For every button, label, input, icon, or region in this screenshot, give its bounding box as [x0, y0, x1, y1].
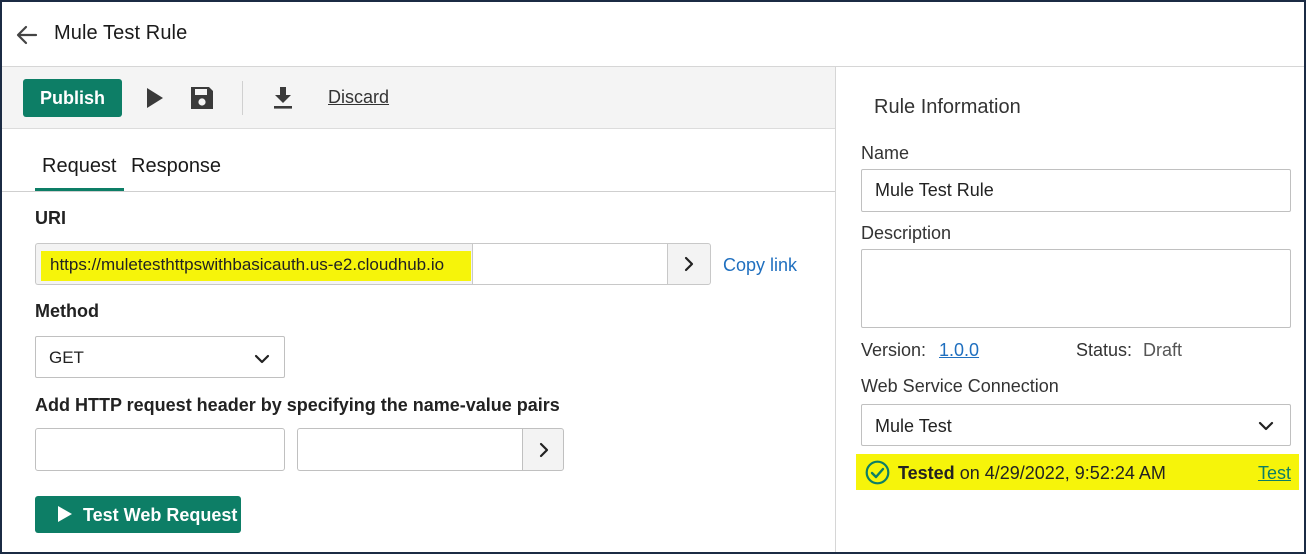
check-circle-icon: [865, 460, 890, 485]
header-name-input[interactable]: [35, 428, 285, 471]
toolbar: Publish Discard: [2, 67, 835, 129]
test-web-request-button[interactable]: Test Web Request: [35, 496, 241, 533]
method-value: GET: [49, 348, 84, 367]
header-add-button[interactable]: [522, 428, 564, 471]
headers-label: Add HTTP request header by specifying th…: [35, 395, 560, 415]
tested-text: Tested on 4/29/2022, 9:52:24 AM: [898, 463, 1166, 484]
publish-button[interactable]: Publish: [23, 79, 122, 117]
section-title: Rule Information: [874, 96, 1021, 118]
description-textarea[interactable]: [861, 249, 1291, 328]
test-link[interactable]: Test: [1258, 463, 1291, 484]
copy-link[interactable]: Copy link: [723, 255, 797, 276]
back-arrow-icon[interactable]: [14, 22, 40, 48]
play-icon[interactable]: [141, 85, 167, 111]
page-title: Mule Test Rule: [54, 22, 188, 44]
play-icon: [58, 506, 72, 522]
version-link[interactable]: 1.0.0: [939, 340, 979, 361]
toolbar-divider: [242, 81, 243, 115]
tested-status-bar: Tested on 4/29/2022, 9:52:24 AM Test: [856, 454, 1299, 490]
chevron-right-icon: [539, 442, 549, 458]
tested-timestamp: on 4/29/2022, 9:52:24 AM: [954, 463, 1166, 483]
request-response-tabs: Request Response: [2, 129, 835, 192]
method-label: Method: [35, 301, 99, 321]
name-input[interactable]: [861, 169, 1291, 212]
tested-bold: Tested: [898, 463, 955, 483]
description-label: Description: [861, 223, 952, 243]
chevron-down-icon: [1258, 421, 1274, 431]
rule-information-panel: Rule Information Name Description Versio…: [835, 67, 1304, 552]
uri-base-prefix: https://muletesthttpswithbasicauth.us-e2…: [35, 243, 472, 285]
connection-select[interactable]: Mule Test: [861, 404, 1291, 446]
status-value: Draft: [1143, 340, 1183, 360]
name-label: Name: [861, 143, 910, 163]
page-header: Mule Test Rule: [2, 2, 1304, 67]
request-editor-panel: Publish Discard Request Response URI htt…: [2, 67, 835, 552]
chevron-right-icon: [684, 256, 694, 272]
uri-path-input[interactable]: [472, 243, 668, 285]
version-label: Version:: [861, 340, 927, 360]
test-web-request-label: Test Web Request: [83, 505, 238, 525]
uri-go-button[interactable]: [667, 243, 711, 285]
app-window: Mule Test Rule Publish Discard Request R…: [0, 0, 1306, 554]
uri-label: URI: [35, 208, 66, 228]
connection-value: Mule Test: [875, 416, 952, 436]
tab-request[interactable]: Request: [35, 155, 124, 191]
download-icon[interactable]: [270, 85, 296, 111]
uri-base-text: https://muletesthttpswithbasicauth.us-e2…: [50, 255, 445, 274]
status-label: Status:: [1076, 340, 1133, 360]
tab-response[interactable]: Response: [131, 155, 221, 188]
method-select[interactable]: GET: [35, 336, 285, 378]
connection-label: Web Service Connection: [861, 376, 1059, 396]
header-value-input[interactable]: [297, 428, 523, 471]
chevron-down-icon: [254, 354, 270, 364]
discard-link[interactable]: Discard: [328, 87, 389, 108]
uri-field-group: https://muletesthttpswithbasicauth.us-e2…: [35, 243, 711, 285]
save-icon[interactable]: [189, 85, 215, 111]
